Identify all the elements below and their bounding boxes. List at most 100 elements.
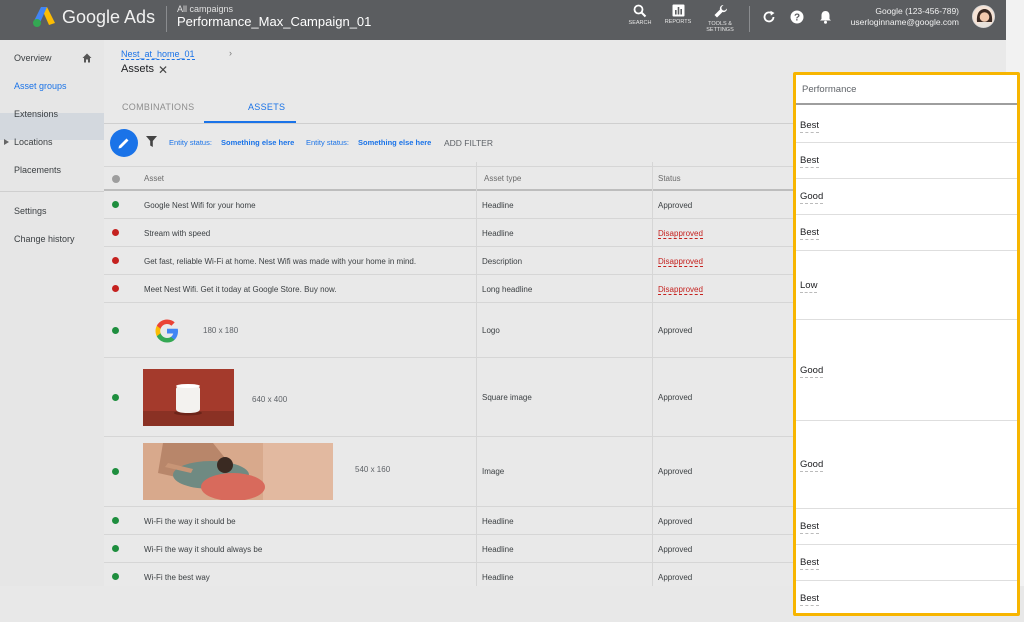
home-icon[interactable] (82, 53, 92, 63)
asset-text: Google Nest Wifi for your home (144, 201, 256, 210)
performance-rating[interactable]: Best (800, 593, 820, 606)
google-ads-logo-icon (33, 7, 55, 27)
performance-rating[interactable]: Best (800, 521, 820, 534)
notifications-bell-icon[interactable] (819, 10, 832, 24)
asset-text: Wi-Fi the way it should be (144, 517, 236, 526)
status-dot (112, 257, 119, 264)
performance-rating[interactable]: Good (800, 459, 824, 472)
account-email: userloginname@google.com (850, 17, 959, 27)
asset-type: Headline (482, 229, 514, 238)
status-dot (112, 573, 119, 580)
sidebar-item-settings[interactable]: Settings (14, 206, 47, 216)
asset-text: Wi-Fi the way it should always be (144, 545, 263, 554)
header-divider (166, 6, 167, 32)
reports-button[interactable]: REPORTS (658, 4, 698, 25)
nest-wifi-router-image (143, 369, 234, 426)
sidebar-item-placements[interactable]: Placements (14, 165, 61, 175)
sidebar-item-asset-groups[interactable]: Asset groups (14, 81, 67, 91)
status-dot-header-icon (112, 175, 120, 183)
asset-status: Approved (658, 545, 693, 554)
search-button[interactable]: SEARCH (620, 4, 660, 26)
performance-rating[interactable]: Good (800, 191, 824, 204)
asset-text: Stream with speed (144, 229, 211, 238)
asset-status: Approved (658, 326, 693, 335)
performance-cell: Best (796, 581, 1017, 613)
filter-value[interactable]: Something else here (221, 138, 294, 147)
asset-status: Approved (658, 517, 693, 526)
reports-icon (672, 4, 684, 17)
search-label: SEARCH (628, 20, 652, 26)
asset-dimensions: 540 x 160 (355, 465, 391, 474)
status-dot (112, 545, 119, 552)
asset-dimensions: 640 x 400 (252, 395, 288, 404)
brand-name[interactable]: Google Ads (62, 7, 155, 28)
sidebar-divider (0, 191, 104, 192)
status-dot (112, 394, 119, 401)
status-dot (112, 201, 119, 208)
account-name: Google (123-456-789) (875, 6, 959, 16)
performance-rating[interactable]: Low (800, 280, 818, 293)
reports-label: REPORTS (664, 19, 692, 25)
asset-type: Headline (482, 573, 514, 582)
column-header-asset-type[interactable]: Asset type (484, 174, 521, 183)
asset-status[interactable]: Disapproved (658, 285, 703, 295)
avatar-icon (973, 6, 994, 27)
filter-icon[interactable] (146, 136, 157, 147)
expand-arrow-icon[interactable] (4, 139, 9, 145)
performance-rating[interactable]: Good (800, 365, 824, 378)
performance-cell: Best (796, 143, 1017, 179)
all-campaigns-link[interactable]: All campaigns (177, 4, 233, 14)
status-dot (112, 327, 119, 334)
sidebar: Overview Asset groups Extensions Locatio… (0, 40, 104, 586)
add-filter-button[interactable]: ADD FILTER (444, 138, 493, 148)
sidebar-item-change-history[interactable]: Change history (14, 234, 75, 244)
breadcrumb-asset-group-link[interactable]: Nest_at_home_01 (121, 49, 195, 60)
tab-combinations[interactable]: COMBINATIONS (122, 102, 194, 112)
refresh-icon[interactable] (762, 10, 776, 24)
edit-button[interactable] (110, 129, 138, 157)
sidebar-item-locations[interactable]: Locations (14, 137, 53, 147)
asset-type: Headline (482, 545, 514, 554)
help-icon[interactable]: ? (790, 10, 804, 24)
performance-cell: Good (796, 320, 1017, 421)
performance-rating[interactable]: Best (800, 120, 820, 133)
asset-status[interactable]: Disapproved (658, 257, 703, 267)
status-dot (112, 517, 119, 524)
performance-rating[interactable]: Best (800, 155, 820, 168)
asset-type: Description (482, 257, 523, 266)
asset-status: Approved (658, 201, 693, 210)
tab-assets[interactable]: ASSETS (248, 102, 285, 112)
toolbar-divider (749, 6, 750, 32)
campaign-name[interactable]: Performance_Max_Campaign_01 (177, 14, 371, 29)
asset-type: Square image (482, 393, 532, 402)
asset-dimensions: 180 x 180 (203, 326, 239, 335)
sidebar-item-overview[interactable]: Overview (14, 53, 52, 63)
asset-type: Headline (482, 201, 514, 210)
top-bar: Google Ads All campaigns Performance_Max… (0, 0, 1006, 40)
asset-type: Headline (482, 517, 514, 526)
asset-type: Logo (482, 326, 500, 335)
filter-label: Entity status: (306, 138, 349, 147)
column-header-status[interactable]: Status (658, 174, 681, 183)
breadcrumb-chevron-icon[interactable]: › (229, 48, 232, 58)
pencil-icon (118, 138, 129, 149)
asset-status: Approved (658, 573, 693, 582)
performance-header[interactable]: Performance (796, 75, 1017, 105)
filter-value[interactable]: Something else here (358, 138, 431, 147)
performance-rating[interactable]: Best (800, 227, 820, 240)
performance-cell: Low (796, 251, 1017, 320)
wrench-icon (714, 4, 727, 18)
performance-column-highlight: Performance Best Best Good Best Low Good… (793, 72, 1020, 616)
performance-cell: Good (796, 421, 1017, 509)
search-icon (633, 4, 647, 18)
asset-status[interactable]: Disapproved (658, 229, 703, 239)
asset-status: Approved (658, 467, 693, 476)
user-avatar[interactable] (972, 5, 995, 28)
performance-rating[interactable]: Best (800, 557, 820, 570)
close-icon[interactable]: ✕ (158, 63, 168, 77)
column-header-asset[interactable]: Asset (144, 174, 164, 183)
tools-settings-button[interactable]: TOOLS & SETTINGS (700, 4, 740, 33)
asset-text: Wi-Fi the best way (144, 573, 210, 582)
status-dot (112, 229, 119, 236)
sidebar-item-extensions[interactable]: Extensions (14, 109, 58, 119)
